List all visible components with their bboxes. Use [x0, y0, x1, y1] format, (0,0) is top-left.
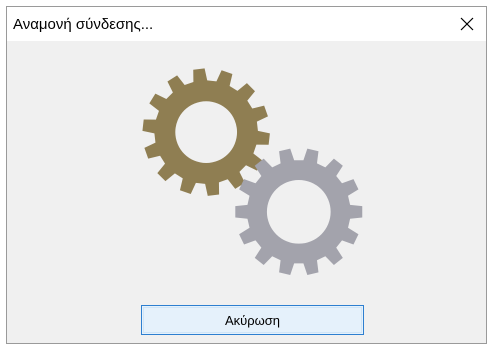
close-icon	[460, 17, 474, 31]
gears-animation	[142, 68, 363, 275]
dialog-title: Αναμονή σύνδεσης...	[13, 16, 154, 33]
title-bar[interactable]: Αναμονή σύνδεσης...	[7, 7, 486, 41]
cancel-button[interactable]: Ακύρωση	[141, 305, 364, 335]
connection-wait-dialog: Αναμονή σύνδεσης... Ακύρωση	[6, 6, 487, 344]
gear-icon-gold	[142, 68, 270, 196]
close-button[interactable]	[448, 7, 486, 41]
gear-shape-gold	[142, 68, 270, 196]
